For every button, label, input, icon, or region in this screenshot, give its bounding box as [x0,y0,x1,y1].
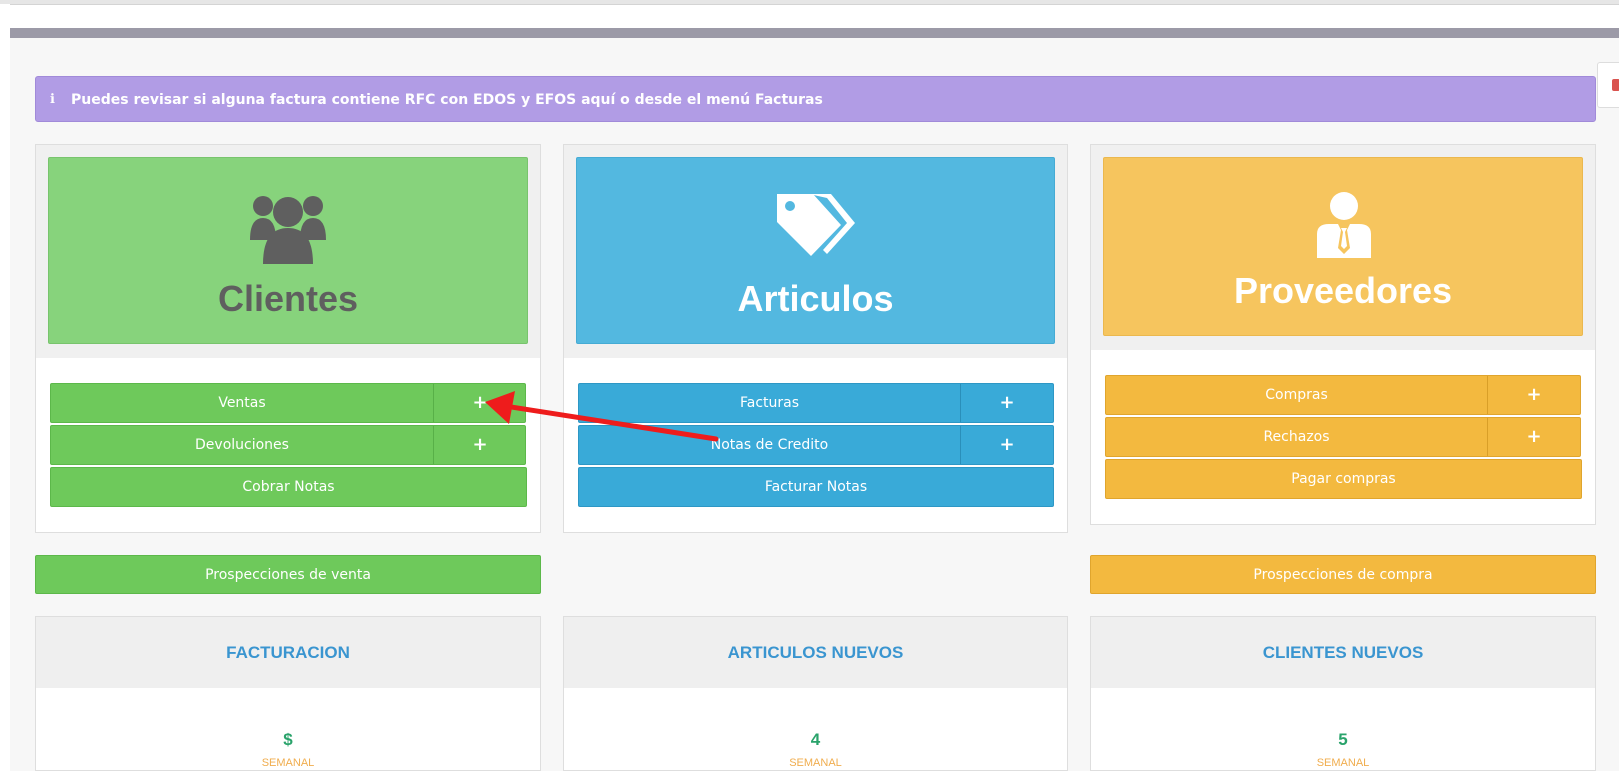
add-devolucion-button[interactable]: + [434,426,526,464]
stat-period: SEMANAL [1316,757,1370,769]
stat-title: ARTICULOS NUEVOS [564,617,1067,688]
notas-credito-label: Notas de Credito [710,437,829,453]
tags-icon [777,194,855,256]
facturacion-card: FACTURACION $ SEMANAL [35,616,541,771]
proveedores-hero[interactable]: Proveedores [1103,157,1583,336]
add-rechazo-button[interactable]: + [1488,418,1580,456]
stat-value: $ [283,730,293,749]
alert-text[interactable]: Puedes revisar si alguna factura contien… [71,77,823,123]
users-icon [250,196,326,264]
clientes-card: Clientes Ventas + Devoluciones + Cobrar … [35,144,541,533]
clientes-nuevos-card: CLIENTES NUEVOS 5 SEMANAL [1090,616,1596,771]
cobrar-notas-button[interactable]: Cobrar Notas [50,467,527,507]
rechazos-label: Rechazos [1263,429,1330,445]
facturas-button[interactable]: Facturas + [578,383,1054,423]
prospecciones-compra-button[interactable]: Prospecciones de compra [1090,555,1596,594]
devoluciones-label: Devoluciones [195,437,289,453]
proveedores-title: Proveedores [1233,270,1453,311]
facturas-label: Facturas [739,395,800,411]
edos-efos-alert: ℹ Puedes revisar si alguna factura conti… [35,76,1596,122]
compras-label: Compras [1265,387,1328,403]
left-gutter [0,4,10,771]
ventas-button[interactable]: Ventas + [50,383,526,423]
rechazos-button[interactable]: Rechazos + [1105,417,1581,457]
articulos-title: Articulos [737,278,894,319]
articulos-hero[interactable]: Articulos [576,157,1055,344]
add-factura-button[interactable]: + [961,384,1053,422]
add-venta-button[interactable]: + [434,384,526,422]
proveedores-card: Proveedores Compras + Rechazos + Pagar c… [1090,144,1596,525]
notas-credito-button[interactable]: Notas de Credito + [578,425,1054,465]
add-nota-credito-button[interactable]: + [961,426,1053,464]
pagar-compras-button[interactable]: Pagar compras [1105,459,1582,499]
window-top-border [0,0,1619,5]
stat-value: 5 [1338,730,1348,749]
facturar-notas-button[interactable]: Facturar Notas [578,467,1054,507]
add-compra-button[interactable]: + [1488,376,1580,414]
side-tab-button[interactable] [1597,62,1619,108]
articulos-nuevos-card: ARTICULOS NUEVOS 4 SEMANAL [563,616,1068,771]
info-icon: ℹ [50,92,55,107]
ventas-label: Ventas [218,395,266,411]
stat-title: CLIENTES NUEVOS [1091,617,1595,688]
stat-period: SEMANAL [789,757,842,769]
clientes-hero[interactable]: Clientes [48,157,528,344]
devoluciones-button[interactable]: Devoluciones + [50,425,526,465]
clientes-title: Clientes [217,278,359,319]
articulos-card: Articulos Facturas + Notas de Credito + … [563,144,1068,533]
businessman-icon [1317,192,1371,258]
header-band [10,28,1619,38]
stat-period: SEMANAL [261,757,315,769]
prospecciones-venta-button[interactable]: Prospecciones de venta [35,555,541,594]
stat-value: 4 [810,730,821,749]
red-indicator [1612,79,1619,91]
stat-title: FACTURACION [36,617,540,688]
compras-button[interactable]: Compras + [1105,375,1581,415]
